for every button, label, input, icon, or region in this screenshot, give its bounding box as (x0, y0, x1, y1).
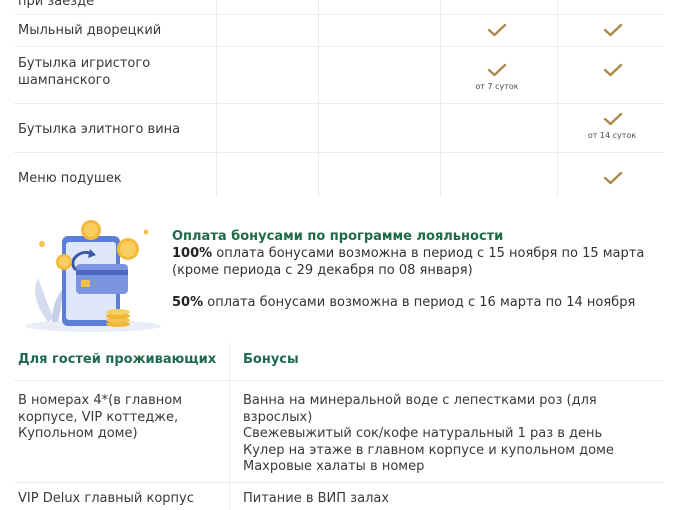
cell-line: Махровые халаты в номер (243, 459, 425, 474)
promo-line-50: 50% оплата бонусами возможна в период с … (172, 294, 635, 311)
guest-category: VIP Delux главный корпус (18, 491, 194, 508)
bonus-list: Ванна на минеральной воде с лепестками р… (243, 393, 614, 476)
cell-line: взрослых) (243, 409, 313, 425)
promo-percent: 100% (172, 246, 213, 261)
check-icon (487, 63, 507, 77)
header-guests: Для гостей проживающих (18, 352, 217, 367)
row-divider (14, 103, 664, 104)
check-icon (603, 171, 623, 185)
row-label: Бутылка элитного вина (18, 122, 181, 137)
guest-category: В номерах 4*(в главном корпусе, VIP котт… (18, 393, 182, 443)
row-divider (14, 482, 664, 483)
check-icon (603, 63, 623, 77)
cell-line: VIP Delux главный корпус (18, 491, 194, 506)
promo-line-100: 100% оплата бонусами возможна в период с… (172, 245, 644, 262)
col-divider-4 (557, 0, 558, 197)
promo-text: оплата бонусами возможна в период с 15 н… (212, 246, 645, 261)
row-divider (14, 14, 664, 15)
cell-line: Свежевыжитый сок/кофе натуральный 1 раз … (243, 426, 603, 441)
promo-title: Оплата бонусами по программе лояльности (172, 229, 504, 244)
header-bonuses: Бонусы (243, 352, 299, 367)
promo-line-exception: (кроме периода с 29 декабря по 08 января… (172, 263, 473, 278)
row-label: Бутылка игристого (18, 56, 151, 71)
bonus-payment-illustration (25, 220, 161, 332)
bonus-col-divider (229, 342, 230, 510)
row-label: шампанского (18, 73, 111, 88)
promo-percent: 50% (172, 295, 204, 310)
cell-line: Ванна на минеральной воде с лепестками р… (243, 393, 597, 408)
row-label: при заезде (18, 0, 95, 9)
row-divider (14, 46, 664, 47)
row-label: Меню подушек (18, 171, 122, 186)
row-label: Мыльный дворецкий (18, 23, 162, 38)
promo-text: оплата бонусами возможна в период с 16 м… (203, 295, 636, 310)
cell-line: Кулер на этаже в главном корпусе и купол… (243, 442, 614, 458)
cell-line: Купольном доме) (18, 426, 138, 441)
cell-line: корпусе, VIP коттедже, (18, 409, 179, 425)
availability-note: от 14 суток (587, 131, 637, 140)
check-icon (487, 23, 507, 37)
check-icon (603, 112, 623, 126)
check-icon (603, 23, 623, 37)
header-divider (14, 380, 664, 381)
cell-line: В номерах 4*(в главном (18, 393, 183, 408)
availability-note: от 7 суток (475, 82, 519, 91)
col-divider-2 (318, 0, 319, 197)
col-divider-1 (216, 0, 217, 197)
row-divider (14, 152, 664, 153)
bonus-list: Питание в ВИП залах (243, 491, 389, 508)
cell-line: Питание в ВИП залах (243, 491, 390, 506)
col-divider-3 (440, 0, 441, 197)
